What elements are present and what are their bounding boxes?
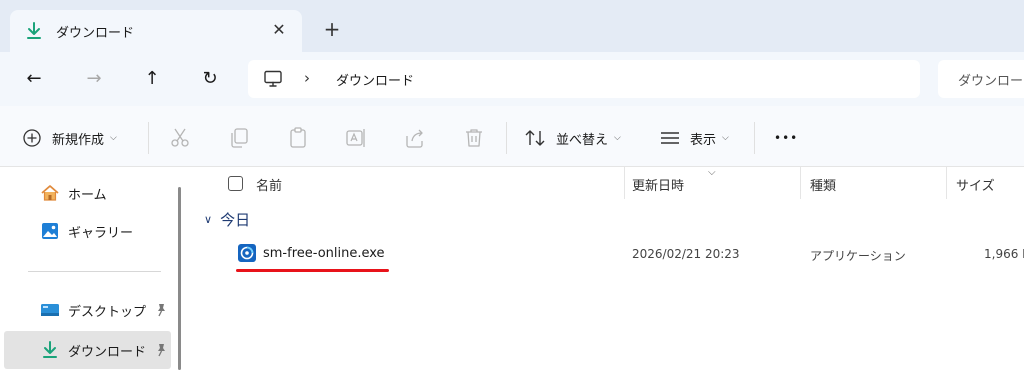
sidebar-item-home[interactable]: ホーム	[40, 181, 107, 205]
file-date: 2026/02/21 20:23	[632, 247, 740, 261]
toolbar-divider	[754, 122, 755, 154]
group-header-today[interactable]: ∨ 今日	[204, 209, 250, 230]
column-header-type[interactable]: 種類	[810, 175, 836, 195]
tab-downloads[interactable]: ダウンロード ✕	[10, 10, 302, 52]
rename-icon[interactable]	[344, 126, 368, 150]
breadcrumb-downloads[interactable]: ダウンロード	[336, 70, 414, 89]
pin-icon[interactable]	[154, 343, 168, 357]
sort-button-label: 並べ替え	[556, 132, 609, 148]
column-divider[interactable]	[624, 167, 625, 199]
download-icon	[43, 341, 57, 358]
file-size: 1,966 K	[984, 247, 1024, 261]
tab-title: ダウンロード	[56, 26, 135, 41]
close-icon[interactable]: ✕	[268, 19, 290, 41]
file-type: アプリケーション	[810, 249, 906, 263]
delete-icon[interactable]	[462, 126, 486, 150]
application-icon	[238, 244, 256, 262]
toolbar-divider	[148, 122, 149, 154]
share-icon[interactable]	[403, 126, 427, 150]
file-list: 名前 ⌵ 更新日時 種類 サイズ ∨ 今日 sm-free-online.exe…	[190, 167, 1024, 370]
navigation-bar: ← → ↑ ↻ › ダウンロード ダウンロード	[0, 52, 1024, 106]
file-row[interactable]: sm-free-online.exe 2026/02/21 20:23 アプリケ…	[190, 239, 1024, 273]
column-header-name[interactable]: 名前	[256, 175, 282, 195]
sidebar-item-label: ダウンロード	[68, 344, 147, 360]
sort-button[interactable]: 並べ替え ⌵	[524, 126, 621, 150]
sort-icon	[525, 130, 545, 146]
sidebar-item-desktop[interactable]: デスクトップ	[40, 298, 146, 322]
navigation-pane: ホーム ギャラリー デスクトップ ダウンロード	[0, 167, 185, 370]
paste-icon[interactable]	[286, 126, 310, 150]
command-bar: 新規作成 ⌵ 並べ替え ⌵ 表示 ⌵ •••	[0, 106, 1024, 167]
view-button-label: 表示	[690, 132, 717, 148]
forward-button[interactable]: →	[80, 65, 108, 93]
chevron-down-icon: ⌵	[614, 133, 621, 143]
sidebar-item-label: ギャラリー	[68, 225, 134, 241]
sidebar-item-downloads[interactable]: ダウンロード	[40, 338, 146, 362]
column-header-size[interactable]: サイズ	[956, 175, 995, 195]
desktop-icon	[41, 304, 59, 316]
view-button[interactable]: 表示 ⌵	[660, 126, 729, 150]
sidebar-divider	[28, 271, 161, 272]
select-all-checkbox[interactable]	[228, 176, 243, 191]
sidebar-scrollbar[interactable]	[178, 187, 181, 370]
chevron-down-icon: ⌵	[110, 133, 117, 143]
gallery-icon	[42, 223, 58, 239]
sidebar-item-gallery[interactable]: ギャラリー	[40, 219, 133, 243]
tab-strip: ダウンロード ✕ +	[0, 0, 1024, 52]
toolbar-divider	[506, 122, 507, 154]
new-button-label: 新規作成	[52, 132, 105, 148]
file-name[interactable]: sm-free-online.exe	[263, 246, 385, 261]
more-options-button[interactable]: •••	[774, 126, 798, 150]
cut-icon[interactable]	[168, 126, 192, 150]
chevron-down-icon: ∨	[204, 213, 213, 226]
view-list-icon	[661, 132, 679, 144]
this-pc-icon	[264, 70, 282, 87]
up-button[interactable]: ↑	[138, 65, 166, 93]
sidebar-item-label: ホーム	[68, 187, 107, 203]
plus-circle-icon	[23, 129, 41, 147]
home-icon	[41, 185, 59, 201]
download-icon	[27, 22, 41, 39]
new-button[interactable]: 新規作成 ⌵	[22, 126, 117, 150]
refresh-button[interactable]: ↻	[196, 65, 224, 93]
sidebar-item-label: デスクトップ	[68, 304, 147, 320]
group-label: 今日	[220, 211, 251, 229]
search-placeholder: ダウンロード	[958, 74, 1024, 89]
sort-chevron-icon: ⌵	[708, 167, 716, 178]
pin-icon[interactable]	[154, 303, 168, 317]
back-button[interactable]: ←	[20, 65, 48, 93]
chevron-down-icon: ⌵	[722, 133, 729, 143]
address-bar[interactable]: › ダウンロード	[248, 60, 920, 98]
highlight-underline	[236, 269, 389, 272]
search-input[interactable]: ダウンロード	[938, 60, 1024, 98]
new-tab-button[interactable]: +	[320, 17, 344, 41]
column-header-date[interactable]: 更新日時	[632, 175, 684, 195]
breadcrumb-separator: ›	[304, 69, 310, 87]
copy-icon[interactable]	[227, 126, 251, 150]
column-divider[interactable]	[800, 167, 801, 199]
column-divider[interactable]	[946, 167, 947, 199]
